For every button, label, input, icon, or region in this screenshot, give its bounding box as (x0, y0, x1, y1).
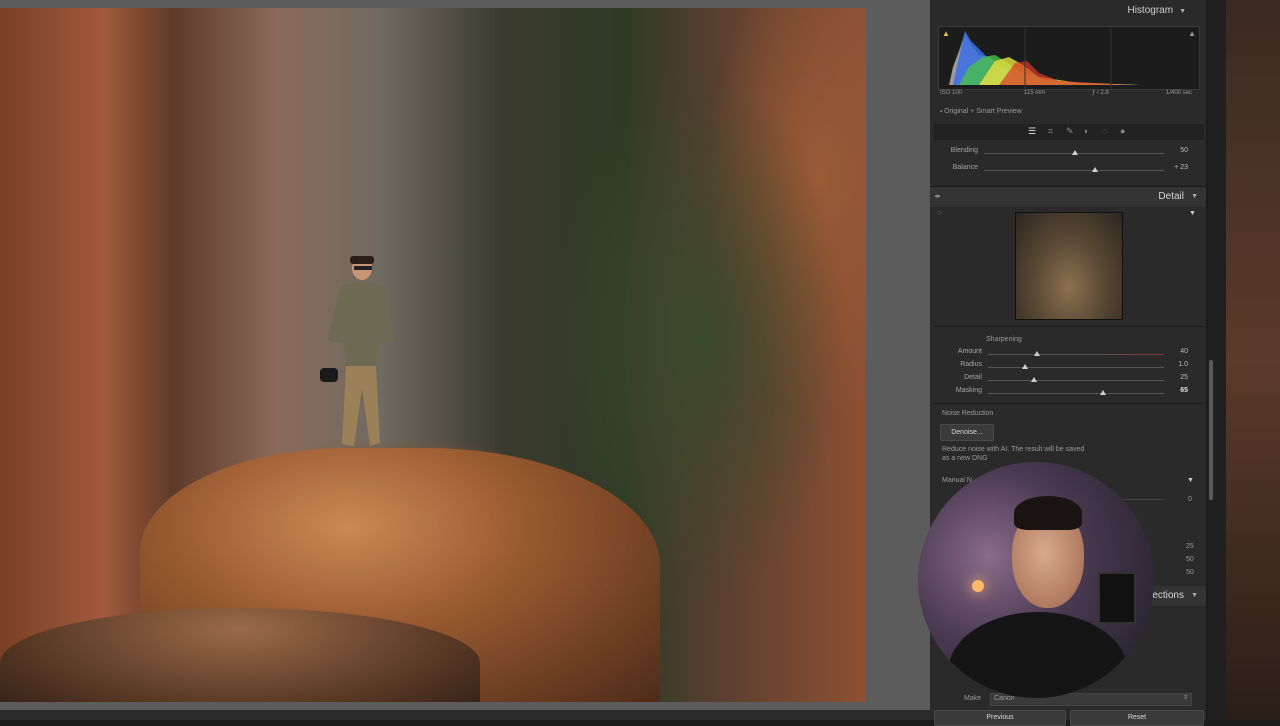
slider-detail[interactable]: Detail 25 (930, 373, 1206, 386)
background-edge (1226, 0, 1280, 720)
detail-header[interactable]: ◂▸ Detail ▼ (930, 186, 1206, 207)
slider-knob[interactable] (1072, 150, 1078, 155)
slider-track[interactable] (988, 367, 1164, 368)
disclosure-triangle-icon[interactable]: ▼ (1191, 592, 1198, 599)
lamp-light (972, 580, 984, 592)
manual-value[interactable]: 50 (1186, 556, 1194, 563)
slider-value[interactable]: 50 (1166, 147, 1188, 154)
slider-track[interactable] (984, 170, 1164, 171)
webcam-overlay (918, 462, 1154, 698)
slider-value[interactable]: + 23 (1166, 164, 1188, 171)
mask-icon[interactable]: ◐ (1084, 126, 1089, 136)
divider (934, 403, 1204, 404)
photo-canvas[interactable] (0, 8, 866, 702)
manual-value[interactable]: 25 (1186, 543, 1194, 550)
wall-frame (1098, 572, 1136, 624)
denoise-note-line-1: Reduce noise with AI. The result will be… (942, 446, 1085, 453)
histogram-title: Histogram (1127, 5, 1174, 16)
smart-preview-status[interactable]: ▪ Original + Smart Preview (940, 108, 1022, 115)
exif-focal: 115 mm (1024, 90, 1046, 96)
target-icon[interactable]: ○ (937, 210, 941, 217)
slider-label: Balance (952, 164, 978, 171)
slider-amount[interactable]: Amount 40 (930, 347, 1206, 360)
reset-button[interactable]: Reset (1070, 710, 1204, 726)
denoise-button[interactable]: Denoise... (940, 424, 994, 441)
detail-zoom-preview[interactable] (1015, 212, 1123, 320)
redeye-icon[interactable]: ◌ (1102, 126, 1107, 136)
slider-label: Radius (960, 361, 982, 368)
tool-strip: ☰ ⌗ ✎ ◐ ◌ ● (934, 124, 1204, 140)
slider-knob[interactable] (1031, 377, 1037, 382)
slider-radius[interactable]: Radius 1.0 (930, 360, 1206, 373)
exif-iso: ISO 100 (940, 90, 963, 96)
slider-track[interactable] (988, 393, 1164, 394)
sharpening-label: Sharpening (986, 336, 1022, 343)
preview-label: Original + Smart Preview (944, 108, 1022, 115)
slider-track[interactable] (988, 380, 1164, 381)
shadow-clip-icon[interactable]: ▲ (1188, 29, 1196, 38)
slider-knob[interactable] (1034, 351, 1040, 356)
histogram-header[interactable]: Histogram ▼ (930, 0, 1206, 22)
slider-label: Blending (950, 147, 978, 154)
slider-track[interactable] (988, 354, 1164, 355)
histogram[interactable]: ▲ ▲ (938, 26, 1200, 90)
slider-balance[interactable]: Balance + 23 (930, 163, 1206, 176)
warning-triangle-icon[interactable]: ▲ (942, 29, 950, 38)
previous-button[interactable]: Previous (934, 710, 1066, 726)
preview-icon: ▪ (940, 109, 943, 115)
disclosure-triangle-icon[interactable]: ▼ (1179, 1, 1186, 23)
histogram-graph (949, 27, 1139, 89)
divider (934, 326, 1204, 327)
switch-icon[interactable]: ◂▸ (934, 192, 941, 200)
heal-icon[interactable]: ✎ (1066, 126, 1074, 137)
panel-scrollbar[interactable] (1208, 0, 1226, 720)
disclosure-triangle-icon[interactable]: ▼ (1191, 193, 1198, 200)
slider-label: Masking (955, 387, 982, 394)
filmstrip-edge (0, 710, 930, 720)
slider-knob[interactable] (1092, 167, 1098, 172)
slider-value[interactable]: 65 (1166, 387, 1188, 394)
slider-label: Detail (964, 374, 982, 381)
slider-value[interactable]: 1.0 (1166, 361, 1188, 368)
denoise-note-line-2: as a new DNG (942, 455, 988, 462)
slider-masking[interactable]: Masking 65 (930, 386, 1206, 399)
slider-blending[interactable]: Blending 50 (930, 146, 1206, 159)
chevron-updown-icon: ⇕ (1182, 695, 1188, 701)
exif-aperture: ƒ / 2.8 (1092, 90, 1109, 96)
manual-value[interactable]: 0 (1188, 496, 1192, 503)
detail-title: Detail (1158, 191, 1184, 202)
slider-value[interactable]: 40 (1166, 348, 1188, 355)
presenter-shirt (948, 612, 1128, 698)
slider-knob[interactable] (1100, 390, 1106, 395)
slider-label: Amount (957, 348, 982, 355)
disclosure-triangle-icon[interactable]: ▼ (1187, 477, 1194, 484)
exif-shutter: 1/400 sec (1166, 90, 1193, 96)
disclosure-triangle-icon[interactable]: ▼ (1189, 210, 1196, 217)
preset-icon[interactable]: ● (1120, 126, 1125, 136)
crop-icon[interactable]: ⌗ (1048, 126, 1053, 137)
scrollbar-thumb[interactable] (1209, 360, 1213, 500)
slider-knob[interactable] (1022, 364, 1028, 369)
slider-value[interactable]: 25 (1166, 374, 1188, 381)
edit-icon[interactable]: ☰ (1028, 126, 1036, 137)
noise-reduction-label: Noise Reduction (942, 410, 994, 417)
photo-person (320, 256, 394, 446)
manual-value[interactable]: 50 (1186, 569, 1194, 576)
presenter-hair (1014, 496, 1082, 530)
